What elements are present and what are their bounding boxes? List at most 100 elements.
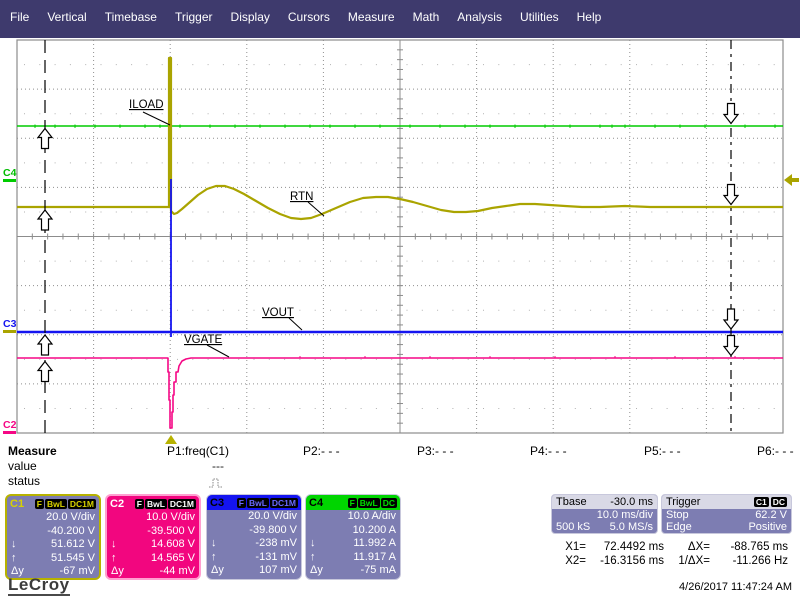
bandwidth-limit-badge: BwL [145,499,167,509]
trigger-mode-row: Stop 62.2 V [662,509,791,521]
channel-box-c1[interactable]: C1 F BwL DC1M 20.0 V/div -40.200 V ↓51.6… [5,494,101,580]
trigger-type: Edge [666,521,692,533]
lecroy-logo: LeCroy [8,576,70,596]
channel-c3-cursor1: ↓-238 mV [207,537,301,551]
trace-label-vgate: VGATE [184,334,222,346]
trace-label-iload: ILOAD [129,99,164,111]
channel-c2-delta: Δy-44 mV [107,565,199,579]
measure-value-row-label: value [8,459,37,473]
trigger-coupling-badge: DC [771,497,787,507]
channel-c1-scale: 20.0 V/div [7,511,99,525]
filter-badge: F [348,498,357,508]
p1-status-icon [208,475,224,493]
timebase-header: Tbase -30.0 ms [552,495,657,509]
inv-dx-value: -11.266 Hz [712,555,788,567]
coupling-badge: DC1M [68,499,96,509]
channel-c4-cursor1: ↓11.992 A [306,537,400,551]
channel-c2-name: C2 [110,498,124,510]
timebase-box[interactable]: Tbase -30.0 ms 10.0 ms/div 500 kS 5.0 MS… [551,494,658,534]
bandwidth-limit-badge: BwL [247,498,269,508]
channel-c2-header: C2 F BwL DC1M [107,496,199,511]
channel-position-label-c3[interactable]: C3 [3,318,17,330]
datetime-display: 4/26/2017 11:47:24 AM [650,581,792,593]
up-arrow-icon: ↑ [11,552,29,566]
measure-param-p5[interactable]: P5:- - - [644,444,681,458]
bandwidth-limit-badge: BwL [45,499,67,509]
timebase-scale: 10.0 ms/div [597,509,653,521]
trigger-source-badge: C1 [754,497,769,507]
channel-position-label-c4[interactable]: C4 [3,167,17,179]
dx-value: -88.765 ms [712,541,788,553]
inv-dx-label: 1/ΔX= [664,555,712,567]
channel-c3-scale: 20.0 V/div [207,510,301,524]
channel-c2-cursor2: ↑14.565 V [107,552,199,566]
measure-param-p6[interactable]: P6:- - - [757,444,794,458]
channel-c2-scale: 10.0 V/div [107,511,199,525]
channel-c4-scale: 10.0 A/div [306,510,400,524]
filter-badge: F [35,499,44,509]
coupling-badge: DC1M [168,499,196,509]
up-arrow-icon: ↑ [310,551,328,565]
measure-param-p1[interactable]: P1:freq(C1) [167,444,229,458]
down-arrow-icon: ↓ [11,538,29,552]
channel-c1-cursor1: ↓51.612 V [7,538,99,552]
measure-param-p2[interactable]: P2:- - - [303,444,340,458]
channel-c1-cursor2: ↑51.545 V [7,552,99,566]
down-arrow-icon: ↓ [111,538,129,552]
channel-c1-name: C1 [10,498,24,510]
timebase-delay: -30.0 ms [610,496,653,508]
trigger-box[interactable]: Trigger C1 DC Stop 62.2 V Edge Positive [661,494,792,534]
channel-c1-badges: F BwL DC1M [35,499,96,509]
channel-box-c3[interactable]: C3 F BwL DC1M 20.0 V/div -39.800 V ↓-238… [206,494,302,580]
delta-y-icon: Δy [211,564,229,578]
trigger-type-row: Edge Positive [662,521,791,533]
channel-c4-badges: F BwL DC [348,498,397,508]
measure-status-row-label: status [8,474,40,488]
channel-position-bar [3,330,16,333]
down-arrow-icon: ↓ [310,537,328,551]
trigger-level: 62.2 V [755,509,787,521]
channel-c4-name: C4 [309,497,323,509]
channel-c3-cursor2: ↑-131 mV [207,551,301,565]
up-arrow-icon: ↑ [211,551,229,565]
trigger-level-marker[interactable] [784,174,799,186]
timebase-samples: 500 kS [556,521,590,533]
timebase-scale-row: 10.0 ms/div [552,509,657,521]
channel-c4-delta: Δy-75 mA [306,564,400,578]
timebase-sampling-row: 500 kS 5.0 MS/s [552,521,657,533]
trigger-slope: Positive [748,521,787,533]
measure-param-p3[interactable]: P3:- - - [417,444,454,458]
channel-box-c4[interactable]: C4 F BwL DC 10.0 A/div 10.200 A ↓11.992 … [305,494,401,580]
trigger-position-marker[interactable] [165,435,177,444]
coupling-badge: DC [381,498,397,508]
channel-c3-header: C3 F BwL DC1M [207,495,301,510]
cursor-readout: X1= 72.4492 ms ΔX= -88.765 ms X2= -16.31… [552,541,788,567]
measure-param-p4[interactable]: P4:- - - [530,444,567,458]
channel-c4-header: C4 F BwL DC [306,495,400,510]
trigger-header: Trigger C1 DC [662,495,791,509]
trigger-mode: Stop [666,509,689,521]
channel-c2-badges: F BwL DC1M [135,499,196,509]
channel-c2-offset: -39.500 V [107,525,199,539]
filter-badge: F [135,499,144,509]
channel-box-c2[interactable]: C2 F BwL DC1M 10.0 V/div -39.500 V ↓14.6… [105,494,201,580]
channel-position-bar [3,431,16,434]
measure-section-title: Measure [8,444,57,458]
channel-c4-offset: 10.200 A [306,524,400,538]
channel-position-label-c2[interactable]: C2 [3,419,17,431]
channel-c1-header: C1 F BwL DC1M [7,496,99,511]
channel-c3-badges: F BwL DC1M [237,498,298,508]
x2-label: X2= [552,555,588,567]
channel-c2-cursor1: ↓14.608 V [107,538,199,552]
channel-position-bar [3,179,16,182]
channel-c4-cursor2: ↑11.917 A [306,551,400,565]
oscilloscope-screen: File Vertical Timebase Trigger Display C… [0,0,800,600]
down-arrow-icon: ↓ [211,537,229,551]
timebase-rate: 5.0 MS/s [610,521,653,533]
trace-label-vout: VOUT [262,307,294,319]
channel-c1-offset: -40.200 V [7,525,99,539]
channel-c3-offset: -39.800 V [207,524,301,538]
channel-c3-delta: Δy107 mV [207,564,301,578]
bandwidth-limit-badge: BwL [358,498,380,508]
coupling-badge: DC1M [270,498,298,508]
